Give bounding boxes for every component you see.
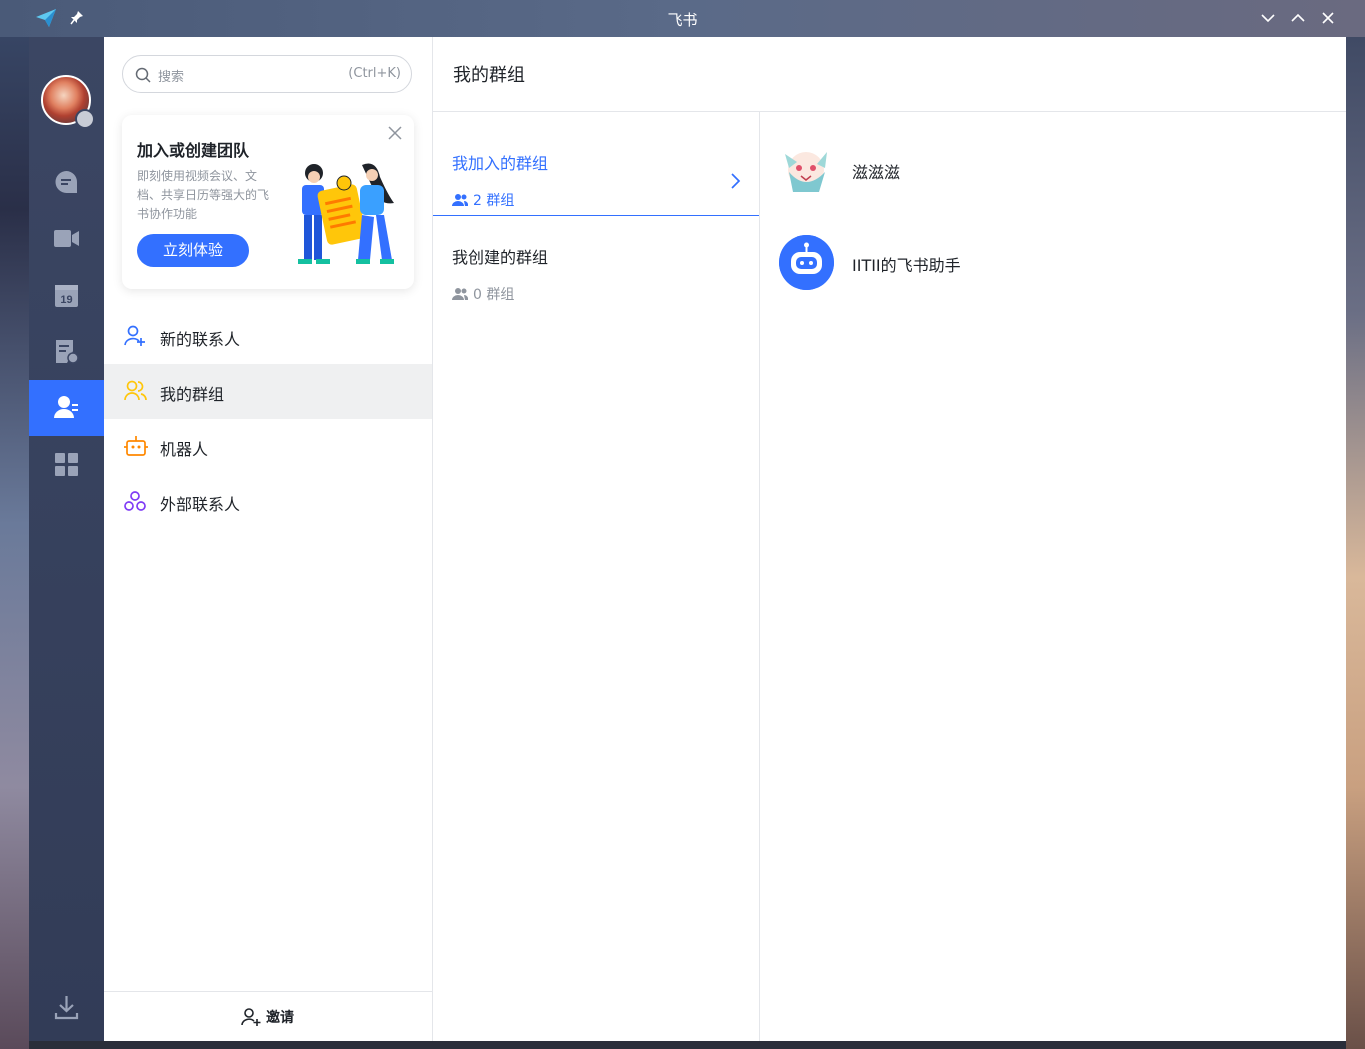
- nav-item-label: 机器人: [160, 440, 209, 459]
- nav-item-my-groups[interactable]: 我的群组: [104, 364, 432, 419]
- promo-title: 加入或创建团队: [137, 141, 250, 160]
- window-title: 飞书: [667, 11, 698, 29]
- contacts-icon[interactable]: [53, 394, 80, 421]
- close-window-icon[interactable]: [1320, 10, 1338, 28]
- docs-icon[interactable]: [53, 338, 80, 365]
- created-groups-label: 我创建的群组: [452, 248, 549, 267]
- window-titlebar[interactable]: 飞书: [0, 0, 1365, 37]
- nav-item-label: 新的联系人: [160, 330, 241, 349]
- created-groups-item[interactable]: 我创建的群组 0 群组: [433, 216, 759, 309]
- add-contact-icon: [124, 325, 146, 351]
- robot-icon: [124, 435, 148, 461]
- invite-label: 邀请: [266, 1010, 294, 1026]
- desktop-background-left: [0, 0, 29, 1049]
- chat-icon[interactable]: [53, 169, 80, 196]
- close-icon[interactable]: [388, 125, 402, 144]
- group-list: 滋滋滋 IITII的飞书助手: [760, 112, 1346, 1041]
- promo-card: 加入或创建团队 即刻使用视频会议、文档、共享日历等强大的飞书协作功能 立刻体验: [122, 115, 414, 289]
- bot-avatar: [779, 235, 834, 290]
- page-title: 我的群组: [453, 65, 525, 86]
- created-groups-count: 0 群组: [473, 287, 515, 303]
- group-categories: 我加入的群组 2 群组 我创建的群组 0 群组: [433, 112, 760, 1041]
- group-name: 滋滋滋: [852, 163, 901, 182]
- contacts-panel: 搜索 (Ctrl+K) 加入或创建团队 即刻使用视频会议、文档、共享日历等强大的…: [104, 37, 433, 1041]
- video-icon[interactable]: [53, 225, 80, 252]
- list-item[interactable]: IITII的飞书助手: [760, 228, 1346, 298]
- try-now-button[interactable]: 立刻体验: [137, 234, 249, 267]
- desktop-background-right: [1346, 0, 1365, 1049]
- nav-item-bots[interactable]: 机器人: [104, 419, 432, 474]
- search-placeholder: 搜索: [158, 70, 185, 85]
- nav-item-new-contacts[interactable]: 新的联系人: [104, 309, 432, 364]
- group-icon: [452, 192, 469, 211]
- calendar-icon[interactable]: 19: [53, 282, 80, 309]
- nav-item-external-contacts[interactable]: 外部联系人: [104, 474, 432, 529]
- nav-rail: 19: [29, 37, 104, 1041]
- promo-description: 即刻使用视频会议、文档、共享日历等强大的飞书协作功能: [137, 169, 270, 221]
- group-name: IITII的飞书助手: [852, 256, 961, 275]
- status-badge: [75, 109, 95, 129]
- nav-item-label: 我的群组: [160, 385, 225, 404]
- taskbar-strip: [29, 1041, 1346, 1049]
- chevron-right-icon: [729, 172, 741, 194]
- add-user-icon: [241, 1007, 261, 1031]
- maximize-icon[interactable]: [1290, 10, 1308, 28]
- search-hotkey: (Ctrl+K): [348, 66, 401, 81]
- search-input[interactable]: 搜索 (Ctrl+K): [122, 55, 412, 93]
- joined-groups-label: 我加入的群组: [452, 154, 549, 173]
- group-icon: [124, 380, 148, 406]
- list-item[interactable]: 滋滋滋: [760, 135, 1346, 205]
- joined-groups-count: 2 群组: [473, 193, 515, 209]
- group-avatar: [779, 142, 834, 197]
- calendar-day: 19: [60, 294, 72, 306]
- app-window: 19 搜索 (Ctrl+K) 加入或创建团队 即刻使用视频会议、文档、共享日历等…: [29, 37, 1346, 1041]
- invite-button[interactable]: 邀请: [104, 991, 432, 1042]
- group-icon: [452, 286, 469, 305]
- content-header: 我的群组: [433, 37, 1346, 112]
- search-icon: [135, 67, 151, 87]
- workplace-icon[interactable]: [53, 451, 80, 478]
- download-icon[interactable]: [53, 994, 80, 1021]
- external-contact-icon: [124, 490, 146, 516]
- team-illustration: [284, 155, 404, 279]
- joined-groups-item[interactable]: 我加入的群组 2 群组: [433, 122, 759, 216]
- nav-item-label: 外部联系人: [160, 495, 241, 514]
- minimize-icon[interactable]: [1260, 10, 1278, 28]
